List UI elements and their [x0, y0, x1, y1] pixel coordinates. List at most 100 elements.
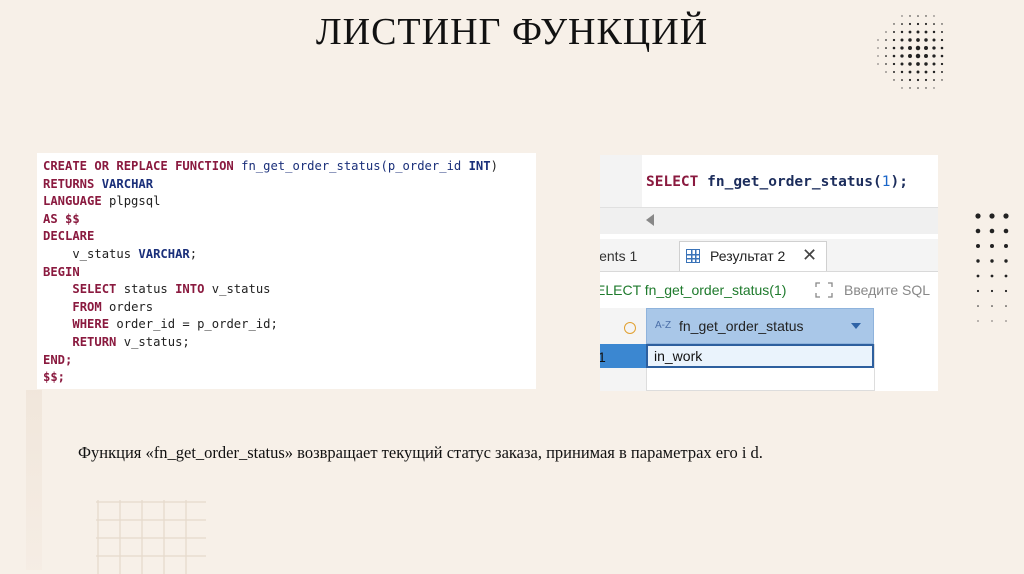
dot — [924, 54, 928, 58]
dot — [885, 63, 887, 65]
dot — [908, 46, 912, 50]
dot — [1003, 228, 1009, 234]
dot — [908, 62, 912, 66]
dot — [976, 244, 980, 248]
code-listing: CREATE OR REPLACE FUNCTION fn_get_order_… — [37, 153, 536, 389]
dot — [975, 213, 981, 219]
code-line-1-kw: CREATE OR REPLACE FUNCTION — [43, 159, 234, 173]
result-cell[interactable]: in_work — [646, 344, 874, 368]
expand-icon[interactable] — [814, 281, 834, 299]
dot — [901, 79, 903, 81]
dot — [916, 70, 920, 74]
code-line-11-kw: RETURN — [72, 334, 117, 349]
dot — [885, 31, 887, 33]
dot — [915, 53, 921, 59]
row-header-selected[interactable] — [600, 344, 646, 368]
dot — [893, 79, 895, 81]
dot — [915, 45, 921, 51]
dot — [989, 213, 995, 219]
dot — [900, 62, 904, 66]
sql-editor[interactable]: SELECT fn_get_order_status(1); — [600, 155, 938, 207]
dot — [932, 38, 936, 42]
dot — [917, 87, 919, 89]
dot — [976, 274, 980, 278]
dot — [885, 47, 887, 49]
dot — [933, 87, 935, 89]
close-icon[interactable]: ✕ — [802, 245, 817, 266]
dot — [941, 79, 943, 81]
column-header[interactable]: A-Z fn_get_order_status — [646, 308, 874, 344]
dot — [885, 55, 887, 57]
code-text: CREATE OR REPLACE FUNCTION fn_get_order_… — [43, 159, 498, 385]
dot — [924, 38, 928, 42]
tab-statistics[interactable]: ients 1 — [600, 248, 637, 264]
tab-result-2-label: Результат 2 — [710, 248, 786, 264]
sql-function: fn_get_order_status( — [707, 174, 882, 190]
grid-line — [646, 390, 874, 391]
dot — [900, 30, 904, 34]
dot — [990, 289, 994, 293]
cell-value: in_work — [654, 348, 703, 364]
horizontal-scrollbar[interactable] — [600, 207, 938, 234]
code-line-2-type: VARCHAR — [101, 176, 154, 191]
dot — [941, 71, 943, 73]
dot — [932, 46, 936, 50]
dot — [909, 15, 911, 17]
dot — [893, 23, 895, 25]
dots-decoration-top-right — [877, 15, 944, 89]
dot — [975, 228, 981, 234]
chevron-down-icon[interactable] — [851, 323, 861, 329]
side-decoration — [26, 390, 42, 570]
dot — [892, 62, 896, 66]
dot — [916, 22, 920, 26]
grid-line — [874, 344, 875, 391]
sql-keyword: SELECT — [646, 174, 699, 190]
dot — [908, 54, 912, 58]
dot — [990, 244, 994, 248]
code-line-1-rest: fn_get_order_status(p_order_id — [241, 159, 469, 173]
dot — [1004, 244, 1008, 248]
dot — [900, 46, 904, 50]
code-line-8-kw1: SELECT — [72, 282, 117, 297]
dot — [940, 46, 944, 50]
editor-gutter — [600, 155, 642, 207]
dot — [892, 54, 896, 58]
dot — [976, 289, 980, 293]
dot — [932, 30, 936, 34]
description-text: Функция «fn_get_order_status» возвращает… — [78, 443, 763, 462]
dot — [933, 79, 935, 81]
dot — [1004, 259, 1008, 263]
dot — [940, 38, 944, 42]
filter-input[interactable]: Введите SQL — [844, 282, 930, 298]
code-line-8-kw2: INTO — [175, 282, 205, 297]
dot — [976, 259, 980, 263]
dot — [1005, 320, 1007, 322]
select-all-icon[interactable] — [624, 322, 636, 334]
row-number: 1 — [600, 349, 606, 365]
dot — [892, 38, 896, 42]
dot — [924, 46, 928, 50]
code-line-10-kw: WHERE — [72, 317, 110, 332]
dot — [924, 78, 928, 82]
dot — [924, 22, 928, 26]
dot — [908, 78, 912, 82]
code-line-6-type: VARCHAR — [138, 246, 190, 261]
column-name: fn_get_order_status — [679, 318, 804, 334]
dot — [908, 70, 912, 74]
code-line-5: DECLARE — [43, 229, 95, 244]
scroll-left-icon[interactable] — [646, 214, 654, 226]
dot — [991, 305, 993, 307]
dot — [877, 39, 879, 41]
dot — [977, 320, 979, 322]
tab-result-2[interactable]: Результат 2 ✕ — [679, 241, 827, 271]
query-text: ELECT fn_get_order_status(1) — [600, 282, 787, 298]
dot — [917, 15, 919, 17]
dot — [901, 87, 903, 89]
dot — [908, 30, 912, 34]
dot — [941, 31, 943, 33]
dot — [1004, 274, 1008, 278]
dot — [933, 15, 935, 17]
code-line-1-type: INT — [468, 159, 491, 173]
dbeaver-screenshot: SELECT fn_get_order_status(1); ients 1 Р… — [600, 155, 938, 391]
code-line-7: BEGIN — [43, 264, 80, 279]
